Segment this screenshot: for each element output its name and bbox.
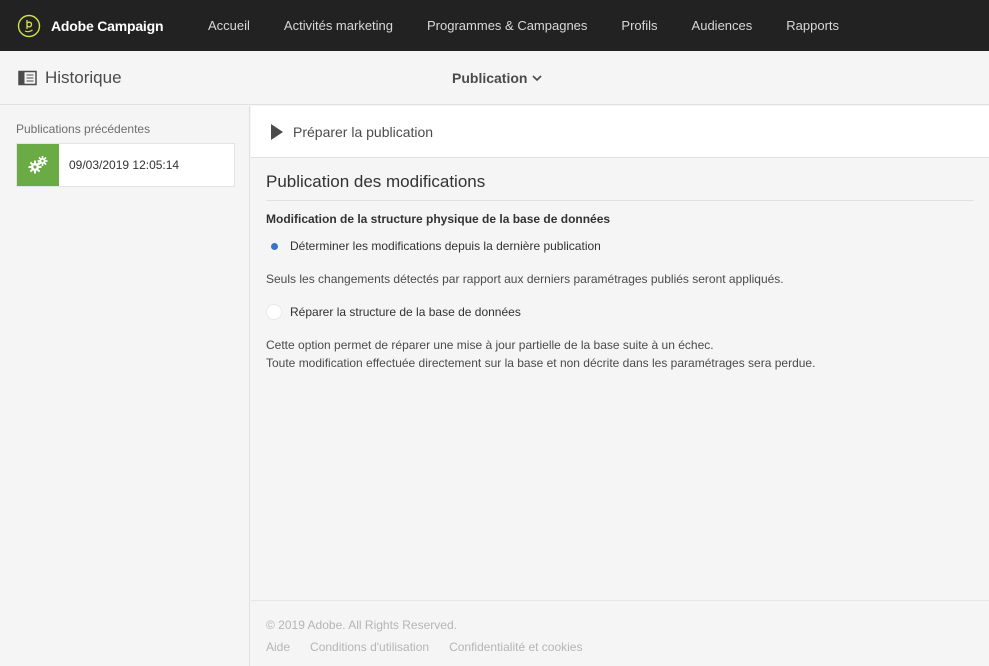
nav-profils[interactable]: Profils bbox=[604, 0, 674, 51]
gears-icon bbox=[28, 156, 48, 174]
top-navigation-bar: Adobe Campaign Accueil Activités marketi… bbox=[0, 0, 989, 51]
sidebar-title: Publications précédentes bbox=[16, 122, 151, 136]
option-repair-structure-description-line2: Toute modification effectuée directement… bbox=[266, 356, 816, 370]
footer-divider bbox=[251, 600, 989, 601]
main-content: Préparer la publication Publication des … bbox=[251, 106, 989, 666]
page-header: Historique Publication bbox=[0, 51, 989, 105]
sub-section-title: Modification de la structure physique de… bbox=[266, 212, 611, 226]
nav-programmes-campagnes[interactable]: Programmes & Campagnes bbox=[410, 0, 604, 51]
history-label: Historique bbox=[45, 68, 122, 87]
sidebar-panel-icon bbox=[18, 70, 37, 86]
radio-determine-changes[interactable] bbox=[266, 238, 282, 254]
adobe-campaign-logo-icon bbox=[17, 14, 41, 37]
radio-repair-structure[interactable] bbox=[266, 304, 282, 320]
nav-audiences[interactable]: Audiences bbox=[675, 0, 770, 51]
footer-link-conditions[interactable]: Conditions d'utilisation bbox=[310, 640, 429, 654]
brand-name: Adobe Campaign bbox=[51, 17, 164, 34]
option-repair-structure-description-line1: Cette option permet de réparer une mise … bbox=[266, 338, 714, 352]
publication-status-thumbnail bbox=[17, 144, 59, 186]
option-determine-changes[interactable]: Déterminer les modifications depuis la d… bbox=[266, 238, 601, 254]
radio-selected-dot bbox=[270, 242, 278, 250]
section-title: Publication des modifications bbox=[266, 172, 486, 191]
option-determine-changes-description: Seuls les changements détectés par rappo… bbox=[266, 272, 784, 286]
option-repair-structure[interactable]: Réparer la structure de la base de donné… bbox=[266, 304, 521, 320]
nav-activites-marketing[interactable]: Activités marketing bbox=[267, 0, 410, 51]
copyright-text: © 2019 Adobe. All Rights Reserved. bbox=[266, 618, 457, 632]
nav-rapports[interactable]: Rapports bbox=[769, 0, 856, 51]
footer-link-confidentialite[interactable]: Confidentialité et cookies bbox=[449, 640, 582, 654]
prepare-publication-button[interactable]: Préparer la publication bbox=[251, 106, 989, 158]
publication-date: 09/03/2019 12:05:14 bbox=[69, 158, 180, 172]
footer-link-aide[interactable]: Aide bbox=[266, 640, 290, 654]
prepare-publication-label: Préparer la publication bbox=[293, 123, 434, 140]
play-icon bbox=[271, 123, 283, 140]
brand[interactable]: Adobe Campaign bbox=[0, 0, 191, 51]
section-divider bbox=[266, 200, 974, 201]
footer-links: Aide Conditions d'utilisation Confidenti… bbox=[266, 640, 602, 654]
chevron-down-icon bbox=[532, 75, 543, 82]
nav-accueil[interactable]: Accueil bbox=[191, 0, 267, 51]
publication-dropdown-label: Publication bbox=[452, 70, 528, 86]
option-repair-structure-label: Réparer la structure de la base de donné… bbox=[290, 305, 521, 319]
history-toggle-button[interactable]: Historique bbox=[18, 51, 122, 105]
publication-dropdown[interactable]: Publication bbox=[452, 51, 543, 105]
option-determine-changes-label: Déterminer les modifications depuis la d… bbox=[290, 239, 601, 253]
previous-publication-item[interactable]: 09/03/2019 12:05:14 bbox=[16, 143, 235, 187]
main-nav: Accueil Activités marketing Programmes &… bbox=[191, 0, 856, 51]
history-sidebar: Publications précédentes 09/03/2019 12:0… bbox=[0, 106, 250, 666]
